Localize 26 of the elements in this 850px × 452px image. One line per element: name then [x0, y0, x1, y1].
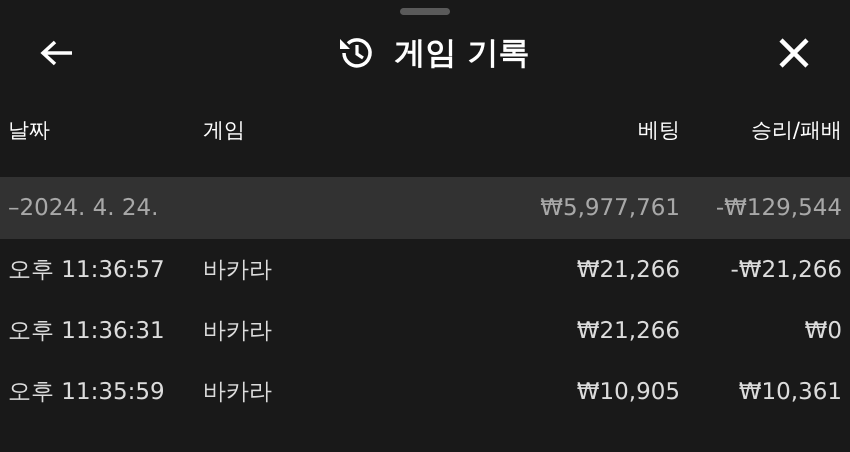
date-group-row[interactable]: –2024. 4. 24. ₩5,977,761 -₩129,544 — [0, 177, 850, 239]
close-button[interactable] — [778, 37, 810, 69]
bet-cell-text: ₩21,266 — [576, 256, 680, 282]
column-header: 승리/패배 — [750, 117, 842, 144]
date-text: –2024. 4. 24. — [8, 195, 160, 221]
bet-total: ₩5,977,761 — [539, 195, 680, 221]
result-cell-text: ₩10,361 — [738, 378, 842, 404]
column-header: 날짜 — [8, 117, 51, 144]
time-cell-text: 오후 11:35:59 — [8, 378, 166, 407]
close-icon — [778, 37, 810, 69]
game-cell-text: 바카라 — [203, 317, 273, 346]
game-cell-text: 바카라 — [203, 256, 273, 285]
back-button[interactable] — [40, 40, 74, 66]
result-total: -₩129,544 — [714, 195, 842, 221]
drag-handle[interactable] — [400, 8, 450, 15]
back-arrow-icon — [40, 40, 74, 66]
bet-cell-text: ₩10,905 — [576, 378, 680, 404]
time-cell-text: 오후 11:36:31 — [8, 317, 166, 346]
column-header: 게임 — [203, 117, 246, 144]
game-cell-text: 바카라 — [203, 378, 273, 407]
column-header: 베팅 — [637, 117, 680, 144]
result-cell-text: -₩21,266 — [729, 256, 842, 282]
time-cell-text: 오후 11:36:57 — [8, 256, 166, 285]
window-title: 게임 기록 — [394, 34, 530, 73]
bet-cell-text: ₩21,266 — [576, 318, 680, 344]
result-cell-text: ₩0 — [804, 318, 842, 344]
